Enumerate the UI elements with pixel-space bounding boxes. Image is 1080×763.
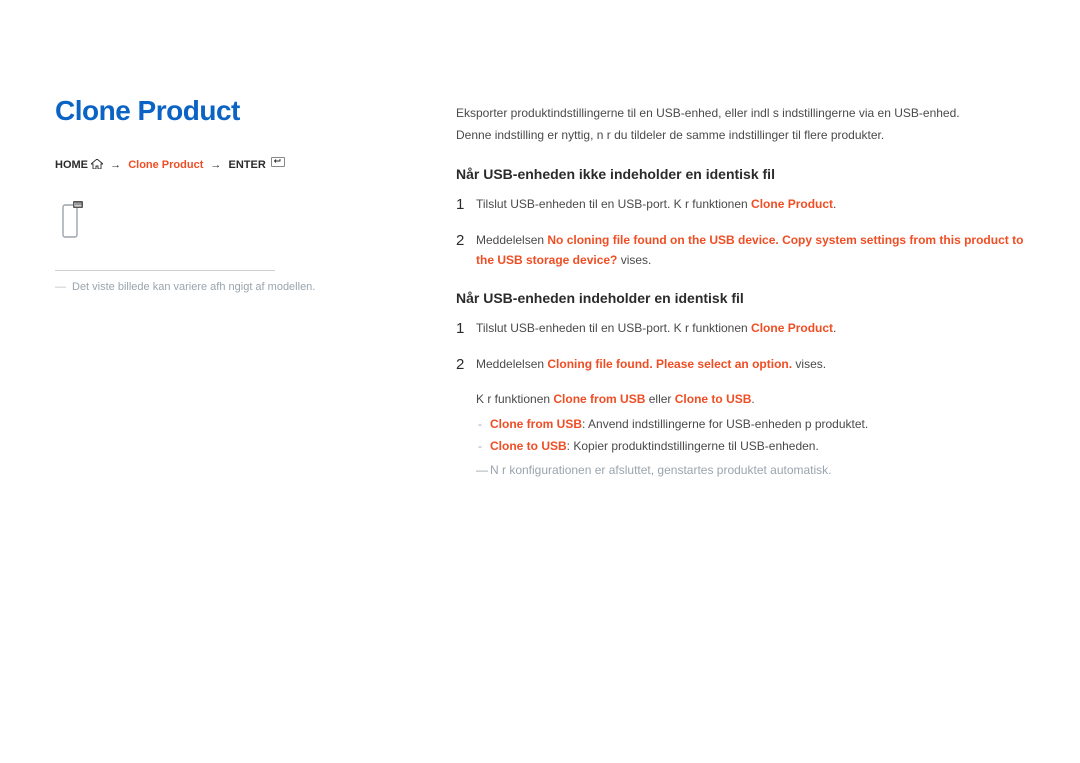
breadcrumb-home: HOME — [55, 159, 88, 171]
dash-item-1: Clone from USB: Anvend indstillingerne f… — [490, 414, 1026, 434]
note: N r konfigurationen er afsluttet, gensta… — [490, 463, 1026, 477]
text: . — [833, 197, 836, 211]
home-icon — [91, 159, 103, 169]
step-body: Meddelelsen No cloning file found on the… — [476, 230, 1026, 271]
step-body: Meddelelsen Cloning file found. Please s… — [476, 354, 1026, 374]
page-title: Clone Product — [55, 95, 385, 127]
section-b-heading: Når USB-enheden indeholder en identisk f… — [456, 290, 1026, 306]
text: Meddelelsen — [476, 233, 547, 247]
step-number: 2 — [456, 228, 476, 254]
clone-product-label: Clone Product — [751, 321, 833, 335]
text: vises. — [617, 253, 651, 267]
clone-to-usb-label: Clone to USB — [490, 439, 567, 453]
arrow-icon: → — [110, 159, 121, 171]
intro-line-2: Denne indstilling er nyttig, n r du tild… — [456, 128, 884, 142]
intro-paragraph: Eksporter produktindstillingerne til en … — [456, 103, 1026, 146]
right-column: Eksporter produktindstillingerne til en … — [456, 103, 1026, 477]
section-a-step-1: 1 Tilslut USB-enheden til en USB-port. K… — [456, 194, 1026, 218]
divider — [55, 270, 275, 271]
subline: K r funktionen Clone from USB eller Clon… — [476, 389, 1026, 409]
clone-product-label: Clone Product — [751, 197, 833, 211]
arrow-icon: → — [210, 159, 221, 171]
section-a-step-2: 2 Meddelelsen No cloning file found on t… — [456, 230, 1026, 271]
step-body: Tilslut USB-enheden til en USB-port. K r… — [476, 318, 1026, 338]
clone-to-usb-label: Clone to USB — [675, 392, 752, 406]
text: Meddelelsen — [476, 357, 547, 371]
message-text: Cloning file found. Please select an opt… — [547, 357, 792, 371]
step-number: 2 — [456, 352, 476, 378]
document-page: Clone Product HOME → Clone Product → ENT… — [0, 0, 1080, 763]
clone-from-usb-label: Clone from USB — [490, 417, 582, 431]
step-body: Tilslut USB-enheden til en USB-port. K r… — [476, 194, 1026, 214]
text: eller — [645, 392, 674, 406]
text: : Anvend indstillingerne for USB-enheden… — [582, 417, 868, 431]
note-text: N r konfigurationen er afsluttet, gensta… — [490, 463, 832, 477]
left-column: Clone Product HOME → Clone Product → ENT… — [55, 95, 385, 296]
text: : Kopier produktindstillingerne til USB-… — [567, 439, 819, 453]
text: . — [833, 321, 836, 335]
intro-line-1: Eksporter produktindstillingerne til en … — [456, 106, 960, 120]
text: Tilslut USB-enheden til en USB-port. K r… — [476, 197, 751, 211]
section-b-step-1: 1 Tilslut USB-enheden til en USB-port. K… — [456, 318, 1026, 342]
dash-item-2: Clone to USB: Kopier produktindstillinge… — [490, 436, 1026, 456]
step-number: 1 — [456, 192, 476, 218]
breadcrumb-enter: ENTER — [228, 159, 265, 171]
breadcrumb: HOME → Clone Product → ENTER — [55, 157, 385, 171]
section-b-step-2: 2 Meddelelsen Cloning file found. Please… — [456, 354, 1026, 378]
step-number: 1 — [456, 316, 476, 342]
section-a-heading: Når USB-enheden ikke indeholder en ident… — [456, 166, 1026, 182]
enter-icon — [271, 157, 285, 167]
message-text: No cloning file found on the USB device.… — [476, 233, 1023, 267]
text: K r funktionen — [476, 392, 553, 406]
caption-dash: ― — [55, 281, 66, 293]
image-caption: ― Det viste billede kan variere afh ngigt… — [55, 279, 385, 296]
caption-text: Det viste billede kan variere afh ngigt … — [72, 281, 315, 293]
text: Tilslut USB-enheden til en USB-port. K r… — [476, 321, 751, 335]
text: vises. — [792, 357, 826, 371]
text: . — [751, 392, 754, 406]
breadcrumb-clone-product: Clone Product — [128, 159, 203, 171]
clone-from-usb-label: Clone from USB — [553, 392, 645, 406]
device-icon — [59, 199, 385, 246]
